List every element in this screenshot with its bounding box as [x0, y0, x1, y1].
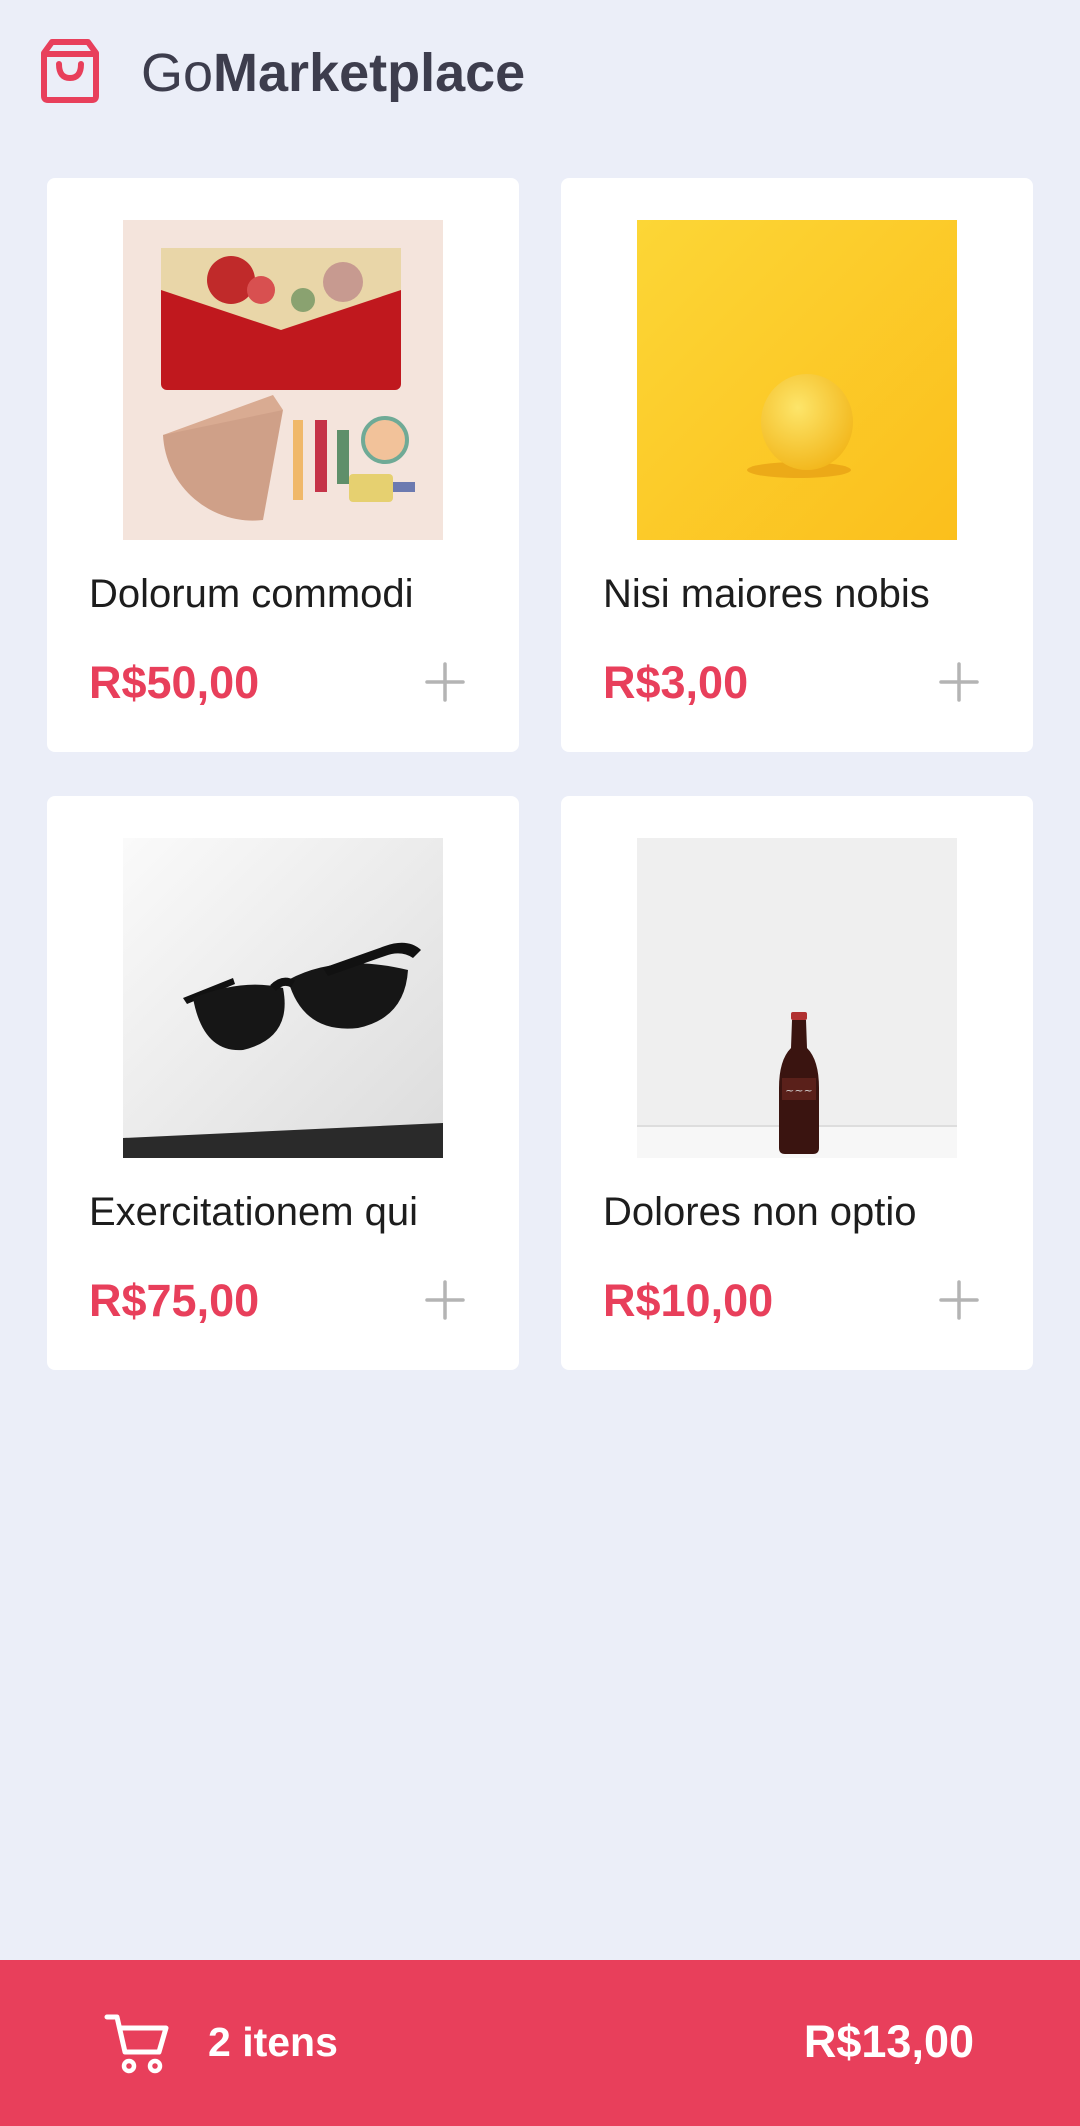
app-header: GoMarketplace [0, 0, 1080, 150]
product-price: R$10,00 [603, 1275, 774, 1326]
svg-text:~~~: ~~~ [785, 1084, 813, 1097]
product-title: Dolorum commodi [89, 572, 414, 616]
cart-total-price: R$13,00 [803, 2016, 974, 2067]
add-to-cart-button[interactable] [935, 1276, 983, 1324]
sunglasses-photo [123, 838, 443, 1158]
product-image [123, 838, 443, 1158]
lemon-on-yellow-photo [637, 220, 957, 540]
plus-icon [939, 1280, 979, 1320]
shopping-bag-icon [41, 39, 99, 103]
purse-and-cosmetics-photo [123, 220, 443, 540]
product-card: Exercitationem qui R$75,00 [47, 796, 519, 1370]
product-image: ~~~ [637, 838, 957, 1158]
brand-prefix: Go [141, 43, 214, 103]
product-title: Exercitationem qui [89, 1190, 419, 1234]
product-card: Nisi maiores nobis R$3,00 [561, 178, 1033, 752]
plus-icon [425, 662, 465, 702]
plus-icon [425, 1280, 465, 1320]
brand-main: Marketplace [213, 43, 526, 103]
product-card: Dolorum commodi R$50,00 [47, 178, 519, 752]
soda-bottle-photo: ~~~ [637, 838, 957, 1158]
floating-cart-button[interactable]: 2 itens R$13,00 [0, 1960, 1080, 2126]
app-title: GoMarketplace [141, 38, 525, 108]
product-image [123, 220, 443, 540]
product-image [637, 220, 957, 540]
add-to-cart-button[interactable] [421, 1276, 469, 1324]
cart-item-count: 2 itens [208, 2019, 338, 2065]
product-price: R$75,00 [89, 1275, 260, 1326]
plus-icon [939, 662, 979, 702]
add-to-cart-button[interactable] [935, 658, 983, 706]
product-price: R$3,00 [603, 657, 749, 708]
product-title: Dolores non optio [603, 1190, 917, 1234]
add-to-cart-button[interactable] [421, 658, 469, 706]
product-card: ~~~ Dolores non optio R$10,00 [561, 796, 1033, 1370]
product-title: Nisi maiores nobis [603, 572, 930, 616]
product-price: R$50,00 [89, 657, 260, 708]
shopping-cart-icon [104, 2014, 169, 2074]
